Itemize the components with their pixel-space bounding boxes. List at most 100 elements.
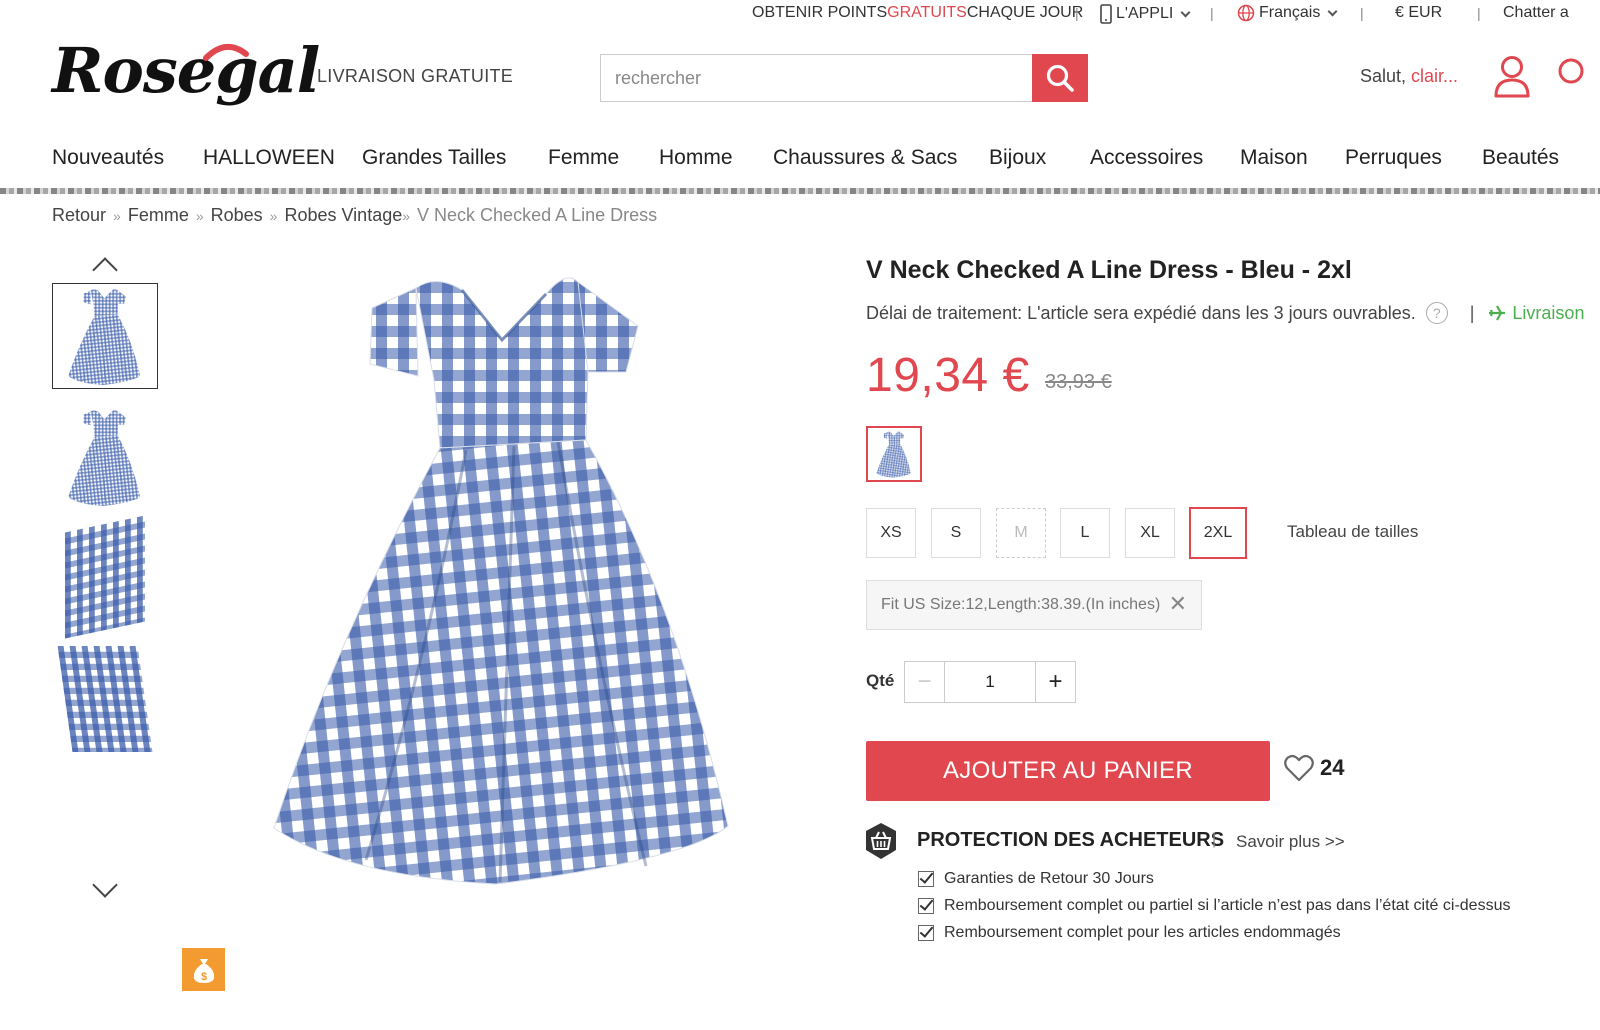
- size-option-xl[interactable]: XL: [1125, 508, 1175, 558]
- breadcrumb-back[interactable]: Retour: [52, 205, 106, 226]
- product-main-image[interactable]: [266, 260, 746, 890]
- language-label: Français: [1259, 4, 1321, 21]
- nav-item-halloween[interactable]: HALLOWEEN: [203, 146, 335, 170]
- guarantee-text: Remboursement complet ou partiel si l’ar…: [944, 897, 1511, 914]
- breadcrumb-separator: »: [269, 207, 278, 224]
- buyer-protection-title: PROTECTION DES ACHETEURS: [917, 829, 1225, 851]
- nav-item-home[interactable]: Maison: [1240, 146, 1308, 170]
- help-icon[interactable]: ?: [1425, 302, 1448, 324]
- guarantee-text: Remboursement complet pour les articles …: [944, 924, 1341, 941]
- chevron-down-icon: [1327, 6, 1338, 17]
- size-option-xs[interactable]: XS: [866, 508, 916, 558]
- learn-more-link[interactable]: Savoir plus >>: [1236, 832, 1345, 852]
- check-icon: [918, 871, 934, 887]
- guarantee-item: Garanties de Retour 30 Jours: [918, 870, 1154, 888]
- free-shipping-tagline: LIVRAISON GRATUITE: [317, 66, 514, 86]
- wishlist-button[interactable]: 24: [1284, 754, 1344, 782]
- nav-item-plus-size[interactable]: Grandes Tailles: [362, 146, 506, 170]
- logo-swoosh: [203, 44, 249, 61]
- color-swatch-blue[interactable]: [866, 426, 922, 482]
- thumbnail-3[interactable]: [52, 515, 158, 639]
- size-chart-link[interactable]: Tableau de tailles: [1287, 522, 1418, 542]
- coupon-button[interactable]: $: [182, 948, 225, 991]
- guarantee-item: Remboursement complet ou partiel si l’ar…: [918, 897, 1510, 915]
- product-title: V Neck Checked A Line Dress - Bleu - 2xl: [866, 256, 1352, 284]
- points-text-post: CHAQUE JOUR: [966, 4, 1084, 21]
- phone-icon: [1100, 4, 1112, 24]
- currency-label: € EUR: [1395, 4, 1443, 21]
- search-bar: [600, 54, 1088, 102]
- search-icon: [1046, 64, 1074, 92]
- nav-item-women[interactable]: Femme: [548, 146, 619, 170]
- topbar-divider: |: [1210, 5, 1214, 21]
- fabric-closeup-image: [57, 646, 153, 752]
- size-option-m: M: [996, 508, 1046, 558]
- buyer-protection-basket-icon: [866, 823, 896, 859]
- size-option-s[interactable]: S: [931, 508, 981, 558]
- points-text-pre: OBTENIR POINTS: [752, 4, 888, 21]
- user-account-icon[interactable]: [1492, 54, 1532, 98]
- dress-thumbnail-image: [67, 288, 141, 386]
- protection-divider: |: [1212, 831, 1217, 848]
- size-option-l[interactable]: L: [1060, 508, 1110, 558]
- fit-info-text: Fit US Size:12,Length:38.39.(In inches): [881, 596, 1161, 613]
- search-input[interactable]: [600, 54, 1032, 102]
- breadcrumb-dresses[interactable]: Robes: [211, 205, 263, 226]
- original-price: 33,93 €: [1045, 371, 1112, 393]
- quantity-label: Qté: [866, 671, 895, 690]
- close-icon[interactable]: ✕: [1169, 591, 1187, 617]
- user-name: clair...: [1411, 66, 1459, 86]
- user-greeting[interactable]: Salut, clair...: [1360, 66, 1458, 87]
- thumbnail-2[interactable]: [52, 404, 158, 510]
- breadcrumb-separator: »: [402, 207, 411, 224]
- quantity-decrease-button[interactable]: −: [905, 662, 945, 702]
- size-option-2xl[interactable]: 2XL: [1189, 507, 1247, 559]
- thumbnail-4[interactable]: [52, 646, 158, 752]
- breadcrumb-separator: »: [113, 207, 121, 224]
- app-label: L'APPLI: [1116, 5, 1174, 22]
- money-bag-icon: $: [193, 958, 214, 983]
- nav-item-jewelry[interactable]: Bijoux: [989, 146, 1046, 170]
- nav-item-beauty[interactable]: Beautés: [1482, 146, 1559, 170]
- topbar-divider: |: [1075, 5, 1079, 21]
- thumbnail-1[interactable]: [52, 283, 158, 389]
- fit-info-box: Fit US Size:12,Length:38.39.(In inches) …: [866, 580, 1202, 630]
- shipping-label: Livraison: [1512, 302, 1585, 323]
- shipping-link[interactable]: Livraison: [1488, 303, 1584, 324]
- app-link[interactable]: L'APPLI: [1100, 4, 1191, 24]
- wishlist-count: 24: [1320, 755, 1345, 780]
- nav-item-wigs[interactable]: Perruques: [1345, 146, 1442, 170]
- greeting-prefix: Salut,: [1360, 66, 1412, 86]
- guarantee-item: Remboursement complet pour les articles …: [918, 924, 1341, 942]
- points-promo-link[interactable]: OBTENIR POINTS GRATUITS CHAQUE JOUR: [752, 4, 1083, 22]
- currency-selector[interactable]: € EUR: [1395, 4, 1442, 22]
- breadcrumb-women[interactable]: Femme: [128, 205, 189, 226]
- search-button[interactable]: [1032, 54, 1088, 102]
- points-text-highlight: GRATUITS: [887, 4, 967, 21]
- fabric-detail-image: [65, 515, 145, 639]
- chat-link[interactable]: Chatter a: [1503, 4, 1569, 22]
- topbar-divider: |: [1360, 5, 1364, 21]
- processing-time: Délai de traitement: L'article sera expé…: [866, 302, 1584, 324]
- breadcrumb: Retour » Femme » Robes » Robes Vintage »…: [52, 205, 657, 226]
- nav-item-accessories[interactable]: Accessoires: [1090, 146, 1203, 170]
- quantity-input[interactable]: [945, 662, 1035, 702]
- quantity-increase-button[interactable]: +: [1035, 662, 1075, 702]
- quantity-stepper: − +: [904, 661, 1076, 703]
- thumbnails-down-arrow[interactable]: [92, 872, 118, 898]
- language-selector[interactable]: Français: [1237, 4, 1338, 22]
- globe-icon: [1237, 4, 1255, 22]
- main-navigation: Nouveautés HALLOWEEN Grandes Tailles Fem…: [0, 142, 1600, 174]
- add-to-cart-button[interactable]: AJOUTER AU PANIER: [866, 741, 1270, 801]
- breadcrumb-vintage-dresses[interactable]: Robes Vintage: [284, 205, 402, 226]
- nav-item-men[interactable]: Homme: [659, 146, 733, 170]
- nav-item-new[interactable]: Nouveautés: [52, 146, 164, 170]
- dress-swatch-image: [876, 431, 912, 478]
- thumbnails-up-arrow[interactable]: [92, 257, 118, 283]
- nav-item-shoes-bags[interactable]: Chaussures & Sacs: [773, 146, 957, 170]
- heart-icon[interactable]: [1556, 56, 1586, 86]
- nav-divider: [0, 188, 1600, 194]
- site-logo[interactable]: Rosegal: [52, 34, 320, 120]
- current-price: 19,34 €: [866, 349, 1030, 402]
- dress-thumbnail-image: [67, 409, 141, 507]
